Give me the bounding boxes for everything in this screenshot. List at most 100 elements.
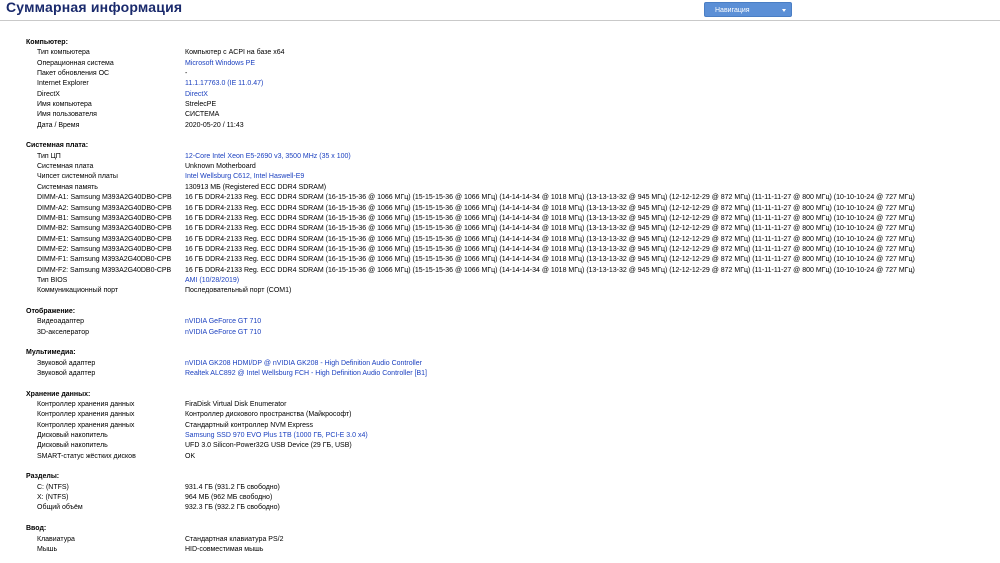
summary-row: DIMM-B1: Samsung M393A2G40DB0-CPB 16 ГБ D… <box>26 214 996 224</box>
summary-row: Дата / Время 2020-05-20 / 11:43 <box>26 121 996 131</box>
row-label: Тип компьютера <box>37 49 90 57</box>
summary-row: Дисковый накопитель UFD 3.0 Silicon-Power… <box>26 441 996 451</box>
row-label: Тип BIOS <box>37 276 68 284</box>
row-label: DIMM-A2: Samsung M393A2G40DB0-CPB <box>37 204 172 212</box>
section-title: Компьютер: <box>26 39 68 46</box>
summary-row: Пакет обновления ОС - <box>26 69 996 79</box>
row-label: Системная плата <box>37 163 94 171</box>
summary-row: X: (NTFS) 964 МБ (962 МБ свободно) <box>26 493 996 503</box>
summary-row: Тип BIOS AMI (10/28/2019) <box>26 276 996 286</box>
summary-row: Дисковый накопитель Samsung SSD 970 EVO P… <box>26 431 996 441</box>
row-label: DirectX <box>37 90 60 98</box>
summary-row: Операционная система Microsoft Windows PE <box>26 59 996 69</box>
chevron-down-icon <box>782 9 786 12</box>
summary-row: Имя пользователя СИСТЕМА <box>26 110 996 120</box>
row-value: 931.4 ГБ (931.2 ГБ свободно) <box>185 483 280 491</box>
row-value: HID-совместимая мышь <box>185 545 264 553</box>
row-value: 964 МБ (962 МБ свободно) <box>185 494 273 502</box>
row-label: DIMM-A1: Samsung M393A2G40DB0-CPB <box>37 194 172 202</box>
row-label: DIMM-E1: Samsung M393A2G40DB0-CPB <box>37 235 172 243</box>
summary-section: Ввод: Клавиатура Стандартная клавиатура PS… <box>26 524 996 555</box>
summary-row: Имя компьютера StrelecPE <box>26 100 996 110</box>
row-value-link[interactable]: DirectX <box>185 90 208 100</box>
row-label: DIMM-F1: Samsung M393A2G40DB0-CPB <box>37 256 172 264</box>
section-title: Разделы: <box>26 473 60 481</box>
row-value: StrelecPE <box>185 101 217 109</box>
row-value: 16 ГБ DDR4-2133 Reg. ECC DDR4 SDRAM (16-… <box>185 245 915 253</box>
row-value-link[interactable]: nVIDIA GK208 HDMI/DP @ nVIDIA GK208 - Hi… <box>185 359 422 369</box>
page-title: Суммарная информация <box>6 0 183 15</box>
summary-row: Мышь HID-совместимая мышь <box>26 545 996 555</box>
row-label: Мышь <box>37 545 58 553</box>
row-value-link[interactable]: nVIDIA GeForce GT 710 <box>185 317 261 327</box>
row-value: 16 ГБ DDR4-2133 Reg. ECC DDR4 SDRAM (16-… <box>185 225 915 233</box>
row-label: Имя компьютера <box>37 101 92 109</box>
row-value-link[interactable]: Intel Wellsburg C612, Intel Haswell-E9 <box>185 172 304 182</box>
row-label: Видеоадаптер <box>37 318 85 326</box>
row-label: DIMM-E2: Samsung M393A2G40DB0-CPB <box>37 245 172 253</box>
section-title: Ввод: <box>26 525 47 533</box>
summary-row: Звуковой адаптер nVIDIA GK208 HDMI/DP @ n… <box>26 359 996 369</box>
row-value: 16 ГБ DDR4-2133 Reg. ECC DDR4 SDRAM (16-… <box>185 266 915 274</box>
summary-row: DIMM-B2: Samsung M393A2G40DB0-CPB 16 ГБ D… <box>26 224 996 234</box>
summary-row: DIMM-E1: Samsung M393A2G40DB0-CPB 16 ГБ D… <box>26 235 996 245</box>
summary-row: SMART-статус жёстких дисков OK <box>26 452 996 462</box>
summary-row: DIMM-A2: Samsung M393A2G40DB0-CPB 16 ГБ D… <box>26 204 996 214</box>
row-value-link[interactable]: nVIDIA GeForce GT 710 <box>185 328 261 338</box>
row-value: Последовательный порт (COM1) <box>185 287 292 295</box>
row-value: 16 ГБ DDR4-2133 Reg. ECC DDR4 SDRAM (16-… <box>185 235 915 243</box>
row-value: - <box>185 70 188 78</box>
row-value: 932.3 ГБ (932.2 ГБ свободно) <box>185 504 280 512</box>
row-value-link[interactable]: 11.1.17763.0 (IE 11.0.47) <box>185 79 263 89</box>
section-title: Хранение данных: <box>26 390 91 398</box>
header-bar: Суммарная информация Навигация <box>0 0 1000 20</box>
row-label: Имя пользователя <box>37 111 97 119</box>
row-label: Контроллер хранения данных <box>37 401 135 409</box>
summary-row: 3D-акселератор nVIDIA GeForce GT 710 <box>26 328 996 338</box>
row-label: DIMM-F2: Samsung M393A2G40DB0-CPB <box>37 266 172 274</box>
summary-row: Клавиатура Стандартная клавиатура PS/2 <box>26 535 996 545</box>
row-label: Тип ЦП <box>37 152 61 160</box>
summary-section: Компьютер: Тип компьютера Компьютер с ACPI… <box>26 38 996 131</box>
navigation-dropdown-button[interactable]: Навигация <box>704 2 792 17</box>
row-label: Чипсет системной платы <box>37 173 118 181</box>
section-title: Системная плата: <box>26 142 89 150</box>
summary-row: DIMM-F2: Samsung M393A2G40DB0-CPB 16 ГБ D… <box>26 266 996 276</box>
row-value: OK <box>185 452 196 460</box>
row-value-link[interactable]: Microsoft Windows PE <box>185 59 255 69</box>
row-label: SMART-статус жёстких дисков <box>37 452 136 460</box>
row-value: 16 ГБ DDR4-2133 Reg. ECC DDR4 SDRAM (16-… <box>185 194 915 202</box>
summary-row: Контроллер хранения данных Контроллер дис… <box>26 410 996 420</box>
row-value-link[interactable]: Realtek ALC892 @ Intel Wellsburg FCH - H… <box>185 369 427 379</box>
summary-row: Тип ЦП 12-Core Intel Xeon E5-2690 v3, 350… <box>26 152 996 162</box>
row-label: 3D-акселератор <box>37 328 89 336</box>
row-value-link[interactable]: Samsung SSD 970 EVO Plus 1TB (1000 ГБ, P… <box>185 431 368 441</box>
summary-row: DIMM-F1: Samsung M393A2G40DB0-CPB 16 ГБ D… <box>26 255 996 265</box>
row-value: Unknown Motherboard <box>185 163 256 171</box>
row-label: Дисковый накопитель <box>37 432 108 440</box>
summary-row: Системная плата Unknown Motherboard <box>26 162 996 172</box>
row-label: Звуковой адаптер <box>37 370 96 377</box>
row-label: C: (NTFS) <box>37 483 69 491</box>
summary-row: C: (NTFS) 931.4 ГБ (931.2 ГБ свободно) <box>26 483 996 493</box>
summary-section: Системная плата: Тип ЦП 12-Core Intel Xeon… <box>26 141 996 296</box>
row-label: Коммуникационный порт <box>37 287 119 295</box>
summary-row: DIMM-E2: Samsung M393A2G40DB0-CPB 16 ГБ D… <box>26 245 996 255</box>
row-value: 16 ГБ DDR4-2133 Reg. ECC DDR4 SDRAM (16-… <box>185 204 915 212</box>
row-label: Дисковый накопитель <box>37 442 108 450</box>
summary-row: Чипсет системной платы Intel Wellsburg C6… <box>26 172 996 182</box>
section-title: Мультимедиа: <box>26 349 76 357</box>
row-value: 16 ГБ DDR4-2133 Reg. ECC DDR4 SDRAM (16-… <box>185 214 915 222</box>
summary-row: Видеоадаптер nVIDIA GeForce GT 710 <box>26 317 996 327</box>
row-label: Звуковой адаптер <box>37 359 96 367</box>
title-divider <box>0 20 1000 21</box>
summary-row: DirectX DirectX <box>26 90 996 100</box>
row-value: 2020-05-20 / 11:43 <box>185 121 244 129</box>
row-label: Операционная система <box>37 59 114 67</box>
row-value-link[interactable]: AMI (10/28/2019) <box>185 276 239 286</box>
row-value: Контроллер дискового пространства (Майкр… <box>185 411 352 419</box>
row-value-link[interactable]: 12-Core Intel Xeon E5-2690 v3, 3500 MHz … <box>185 152 351 162</box>
row-label: Internet Explorer <box>37 80 89 88</box>
summary-row: Internet Explorer 11.1.17763.0 (IE 11.0.4… <box>26 79 996 89</box>
row-label: Системная память <box>37 183 98 191</box>
